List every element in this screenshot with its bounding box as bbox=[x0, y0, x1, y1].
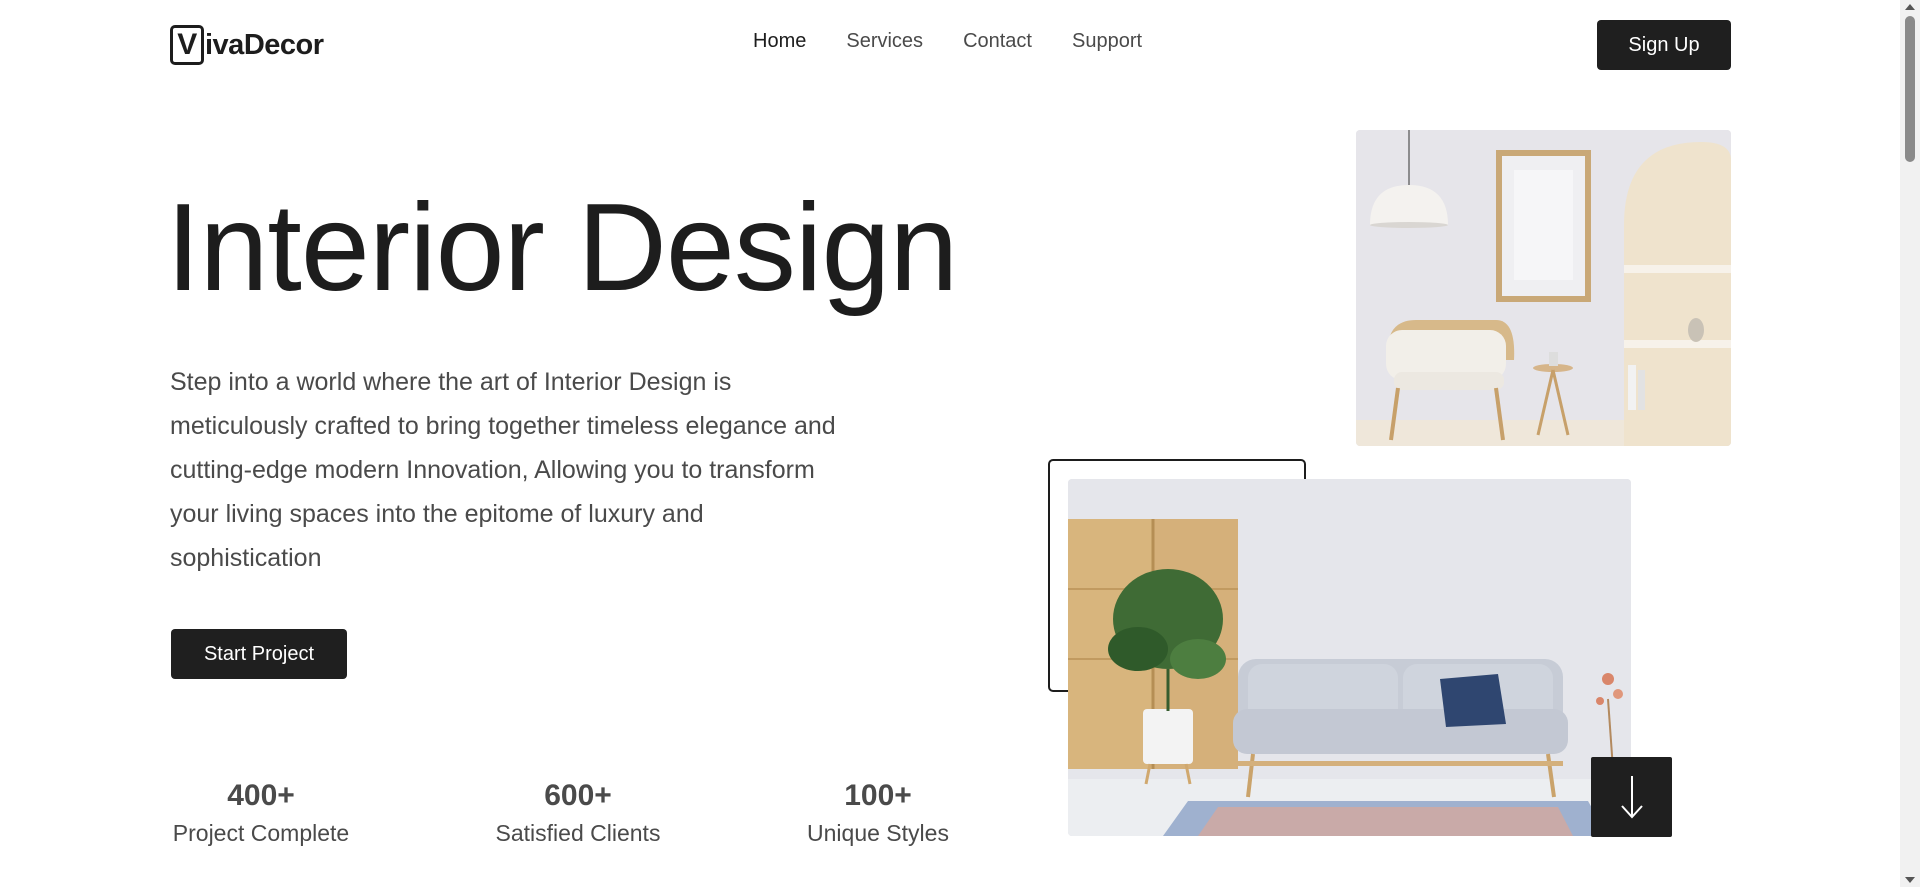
nav-contact[interactable]: Contact bbox=[963, 30, 1032, 53]
stat-value: 600+ bbox=[544, 779, 612, 812]
sign-up-button[interactable]: Sign Up bbox=[1597, 20, 1731, 70]
stat-label: Project Complete bbox=[172, 820, 350, 846]
living-room-sofa-photo bbox=[1068, 479, 1631, 836]
armchair-room-illustration bbox=[1356, 130, 1731, 446]
stat-clients: 600+ Satisfied Clients bbox=[494, 776, 662, 850]
scroll-down-button[interactable] bbox=[1591, 757, 1672, 837]
brand-logo[interactable]: V ivaDecor bbox=[170, 24, 324, 66]
site-header: V ivaDecor Home Services Contact Support… bbox=[0, 0, 1900, 90]
scrollbar-thumb[interactable] bbox=[1905, 16, 1915, 162]
logo-initial: V bbox=[170, 25, 204, 65]
nav-services[interactable]: Services bbox=[846, 30, 923, 53]
arrow-down-icon bbox=[1620, 776, 1643, 819]
page-scrollbar[interactable] bbox=[1900, 0, 1920, 887]
hero-title: Interior Design bbox=[166, 179, 958, 317]
stat-projects: 400+ Project Complete bbox=[170, 776, 352, 850]
logo-text: ivaDecor bbox=[205, 28, 324, 61]
start-project-button[interactable]: Start Project bbox=[171, 629, 347, 679]
living-room-armchair-photo bbox=[1356, 130, 1731, 446]
stat-label: Satisfied Clients bbox=[495, 820, 661, 846]
scroll-up-arrow-icon[interactable] bbox=[1905, 4, 1915, 10]
stat-value: 100+ bbox=[844, 779, 912, 812]
sofa-room-illustration bbox=[1068, 479, 1631, 836]
main-nav: Home Services Contact Support bbox=[753, 30, 1142, 53]
stat-styles: 100+ Unique Styles bbox=[804, 776, 952, 850]
hero-description: Step into a world where the art of Inter… bbox=[170, 368, 836, 572]
stat-value: 400+ bbox=[227, 779, 295, 812]
nav-home[interactable]: Home bbox=[753, 30, 806, 53]
stat-label: Unique Styles bbox=[807, 820, 949, 846]
scroll-down-arrow-icon[interactable] bbox=[1905, 877, 1915, 883]
nav-support[interactable]: Support bbox=[1072, 30, 1142, 53]
